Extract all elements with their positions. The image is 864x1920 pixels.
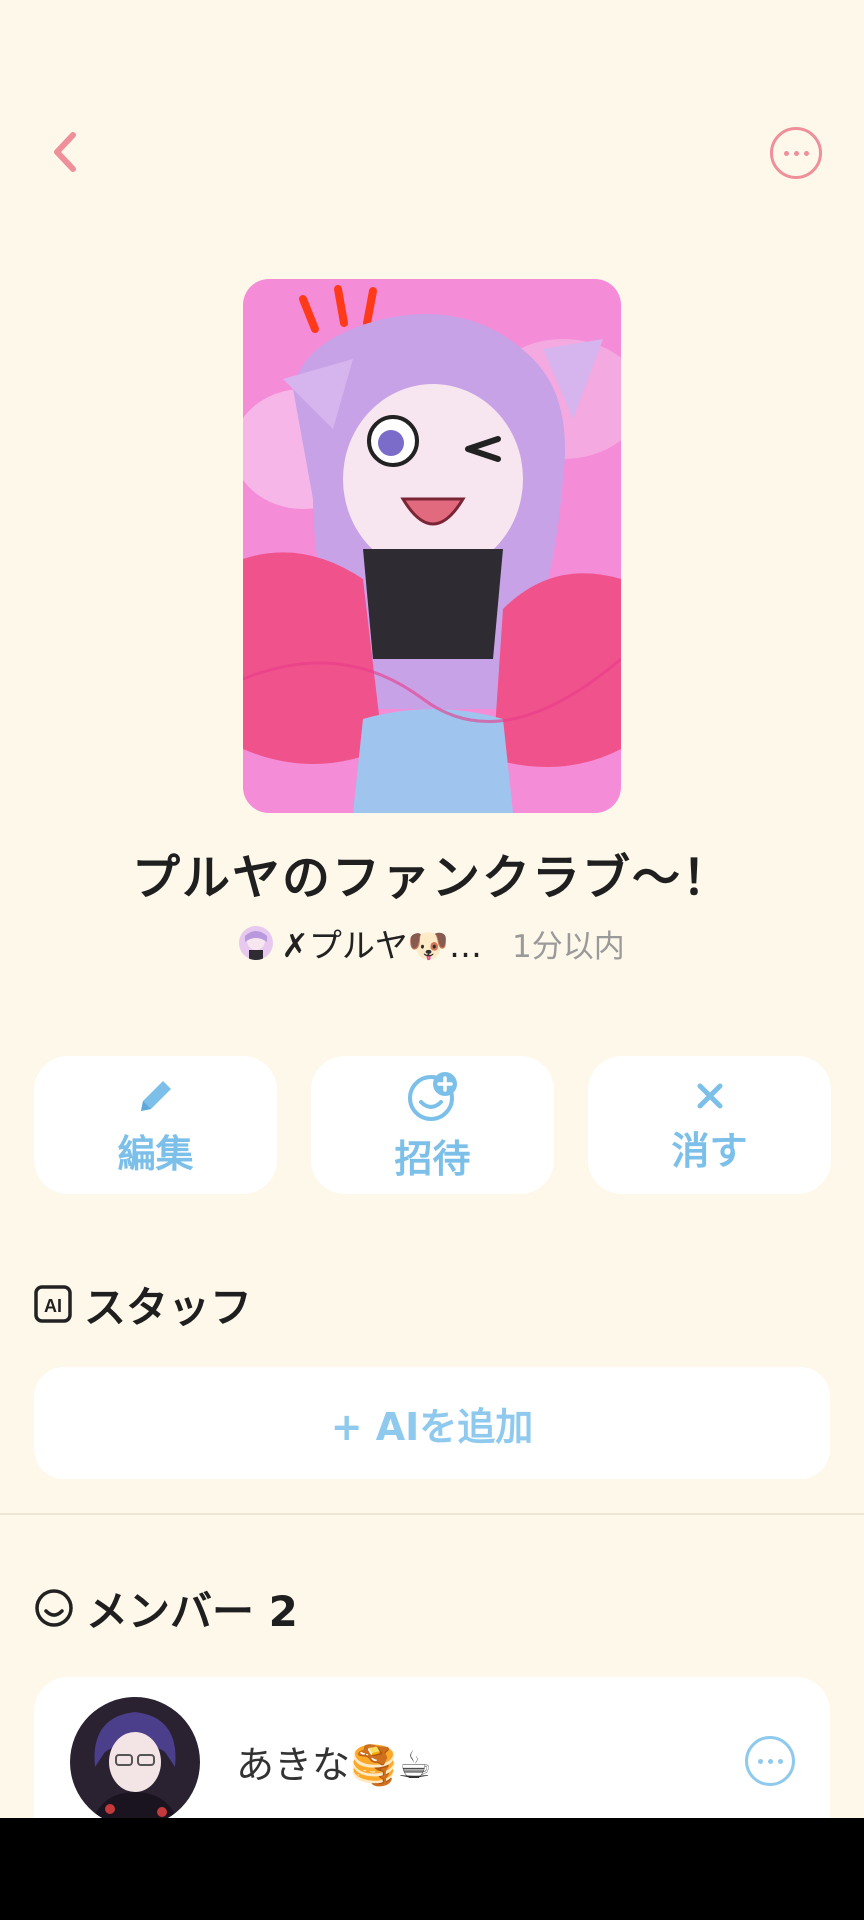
svg-text:AI: AI [44, 1296, 62, 1316]
section-divider [0, 1513, 864, 1515]
owner-row[interactable]: ✗プルヤ🐶… 1分以内 [0, 918, 864, 968]
close-icon [697, 1083, 722, 1108]
edit-label: 編集 [117, 1131, 194, 1176]
smile-icon [34, 1588, 74, 1628]
invite-label: 招待 [394, 1136, 471, 1181]
member-avatar[interactable] [70, 1697, 200, 1827]
owner-avatar [239, 926, 274, 960]
invite-button[interactable]: 招待 [311, 1056, 554, 1194]
owner-name: ✗プルヤ🐶… [281, 926, 482, 965]
staff-heading: AI スタッフ [34, 1276, 252, 1332]
staff-heading-text: スタッフ [84, 1282, 253, 1332]
more-horizontal-icon [783, 150, 789, 156]
system-navigation-bar [0, 1818, 864, 1920]
member-more-button[interactable] [745, 1736, 795, 1786]
pencil-icon [140, 1080, 171, 1111]
delete-button[interactable]: 消す [588, 1056, 831, 1194]
edit-button[interactable]: 編集 [34, 1056, 277, 1194]
back-button[interactable] [42, 122, 86, 182]
more-options-button[interactable] [770, 127, 822, 179]
members-heading-text: メンバー 2 [86, 1586, 298, 1636]
member-name: あきな🥞☕ [236, 1743, 432, 1787]
updated-time: 1分以内 [512, 928, 625, 965]
invite-smile-plus-icon [407, 1071, 457, 1121]
ai-badge-icon: AI [34, 1285, 72, 1323]
chevron-left-icon [54, 132, 76, 172]
delete-label: 消す [671, 1128, 748, 1173]
add-ai-button[interactable]: + AIを追加 [34, 1367, 830, 1479]
members-heading: メンバー 2 [34, 1580, 298, 1636]
club-cover-image [243, 279, 621, 813]
club-title: プルヤのファンクラブ〜！ [131, 850, 732, 906]
more-horizontal-icon [757, 1758, 763, 1764]
